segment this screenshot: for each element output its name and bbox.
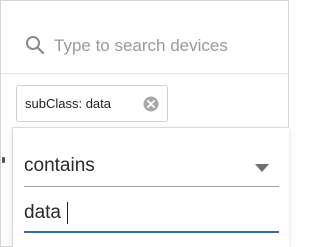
filter-value-input[interactable] <box>24 200 274 226</box>
filter-editor-panel: contains <box>12 127 289 247</box>
close-circle-icon[interactable] <box>143 96 159 112</box>
search-icon <box>26 36 45 55</box>
panel-edge-marker <box>2 157 5 163</box>
filter-value-field <box>24 198 279 233</box>
filter-chip-label: subClass: data <box>25 96 111 111</box>
search-bar <box>1 1 288 74</box>
device-search-widget: subClass: data contains <box>0 0 289 247</box>
search-input[interactable] <box>54 34 274 58</box>
operator-selected-value: contains <box>24 155 95 176</box>
caret-down-icon <box>255 164 269 172</box>
text-cursor <box>67 202 68 224</box>
filter-chip[interactable]: subClass: data <box>16 85 168 122</box>
operator-select[interactable]: contains <box>24 150 279 187</box>
